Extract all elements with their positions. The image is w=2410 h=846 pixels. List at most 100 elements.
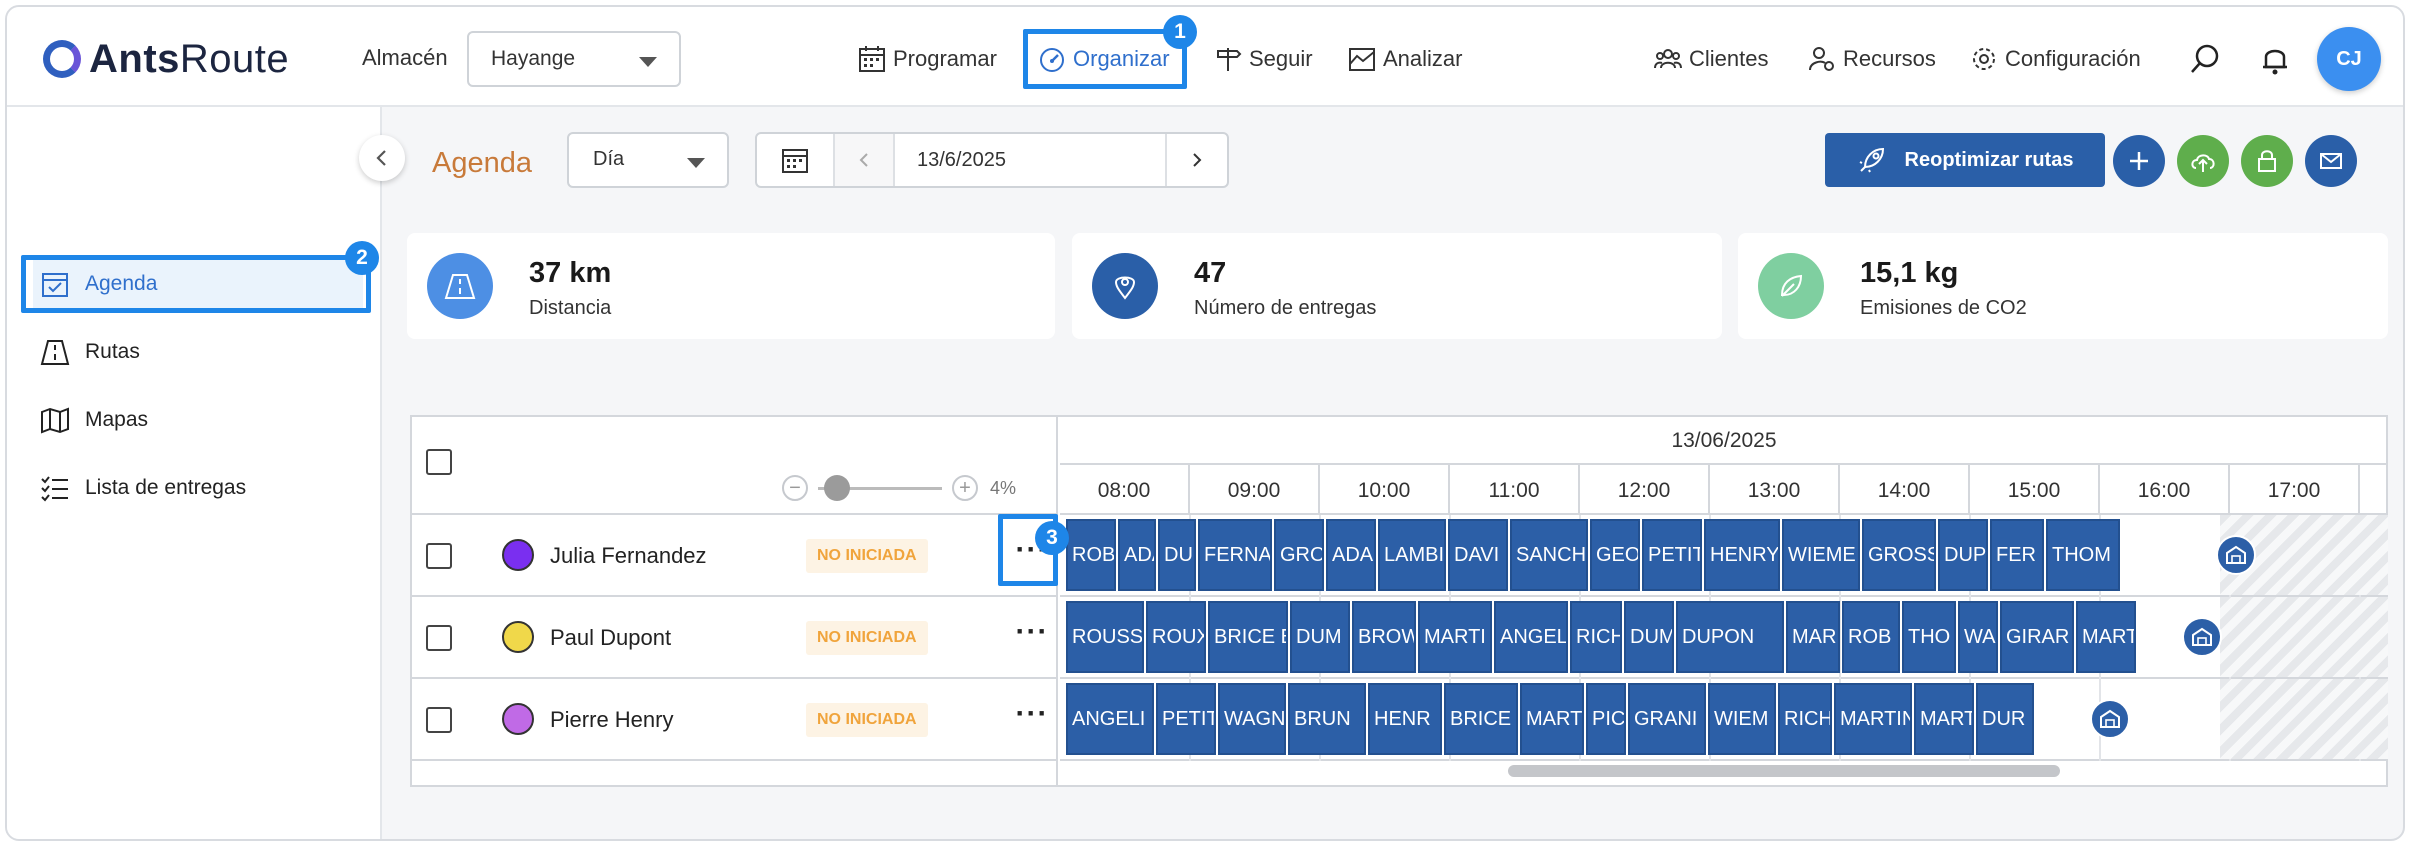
- status-badge: NO INICIADA: [806, 621, 928, 655]
- row-menu-button[interactable]: ···: [1012, 617, 1052, 657]
- nav-seguir[interactable]: Seguir: [1213, 37, 1313, 81]
- stat-distance-value: 37 km: [529, 257, 612, 289]
- delivery-task[interactable]: PETIT: [1642, 519, 1702, 591]
- delivery-task[interactable]: DUPON: [1676, 601, 1784, 673]
- sidebar-item-lista[interactable]: Lista de entregas: [33, 463, 363, 513]
- delivery-task[interactable]: ANGEL: [1494, 601, 1568, 673]
- collapse-sidebar-button[interactable]: [359, 135, 405, 181]
- users-icon: [1654, 49, 1682, 69]
- location-pin-icon: [1092, 253, 1158, 319]
- delivery-task[interactable]: MART: [1520, 683, 1584, 755]
- stat-deliveries-value: 47: [1194, 257, 1227, 289]
- delivery-task[interactable]: GRANI: [1628, 683, 1706, 755]
- add-button[interactable]: [2113, 135, 2165, 187]
- delivery-task[interactable]: BROW: [1352, 601, 1416, 673]
- delivery-task[interactable]: WAGN: [1218, 683, 1286, 755]
- hour-label: 11:00: [1450, 465, 1580, 515]
- row-checkbox[interactable]: [426, 543, 452, 569]
- delivery-task[interactable]: HENRY: [1704, 519, 1780, 591]
- highlight-organizar: [1023, 29, 1187, 89]
- select-all-checkbox[interactable]: [426, 449, 452, 475]
- delivery-task[interactable]: DAVI: [1448, 519, 1508, 591]
- antsroute-logo[interactable]: AntsRoute: [43, 37, 289, 81]
- delivery-task[interactable]: RICH: [1570, 601, 1622, 673]
- view-select[interactable]: Día: [567, 132, 729, 188]
- delivery-task[interactable]: MARTI: [1418, 601, 1492, 673]
- nav-recursos[interactable]: Recursos: [1807, 37, 1936, 81]
- delivery-task[interactable]: ADA: [1326, 519, 1376, 591]
- search-icon[interactable]: [2187, 41, 2223, 77]
- delivery-task[interactable]: MART: [2076, 601, 2136, 673]
- delivery-task[interactable]: ROB: [1066, 519, 1116, 591]
- row-checkbox[interactable]: [426, 707, 452, 733]
- delivery-task[interactable]: RICH: [1778, 683, 1832, 755]
- delivery-task[interactable]: BRICE: [1444, 683, 1518, 755]
- delivery-task[interactable]: PETIT: [1156, 683, 1216, 755]
- delivery-task[interactable]: DUR: [1976, 683, 2034, 755]
- resource-row: Julia Fernandez NO INICIADA ···: [412, 515, 1056, 597]
- delivery-task[interactable]: LAMBI: [1378, 519, 1446, 591]
- delivery-task[interactable]: MARTIN: [1834, 683, 1912, 755]
- zoom-control: − + 4%: [782, 473, 1016, 503]
- lock-button[interactable]: [2241, 135, 2293, 187]
- delivery-task[interactable]: GEO: [1590, 519, 1640, 591]
- sidebar-item-mapas[interactable]: Mapas: [33, 395, 363, 445]
- zoom-out-button[interactable]: −: [782, 475, 808, 501]
- delivery-task[interactable]: BRICE E: [1208, 601, 1288, 673]
- delivery-task[interactable]: WIEM: [1708, 683, 1776, 755]
- delivery-task[interactable]: DUM: [1624, 601, 1674, 673]
- delivery-task[interactable]: GROSS: [1862, 519, 1936, 591]
- delivery-task[interactable]: SANCH: [1510, 519, 1588, 591]
- delivery-task[interactable]: DUP: [1938, 519, 1988, 591]
- zoom-slider-handle[interactable]: [824, 474, 850, 501]
- nav-clientes[interactable]: Clientes: [1653, 37, 1768, 81]
- delivery-task[interactable]: THOM: [2046, 519, 2120, 591]
- sidebar-item-rutas[interactable]: Rutas: [33, 327, 363, 377]
- nav-configuracion[interactable]: Configuración: [1969, 37, 2141, 81]
- nav-programar[interactable]: Programar: [857, 37, 997, 81]
- warehouse-return-icon[interactable]: [2216, 535, 2256, 575]
- delivery-task[interactable]: MAR: [1786, 601, 1840, 673]
- delivery-task[interactable]: HENR: [1368, 683, 1442, 755]
- bell-icon[interactable]: [2257, 41, 2293, 77]
- warehouse-return-icon[interactable]: [2090, 699, 2130, 739]
- delivery-task[interactable]: ROUX: [1146, 601, 1206, 673]
- zoom-in-button[interactable]: +: [952, 475, 978, 501]
- user-gear-icon: [1809, 47, 1834, 71]
- horizontal-scrollbar[interactable]: [1508, 765, 2060, 777]
- delivery-task[interactable]: FER: [1990, 519, 2044, 591]
- delivery-task[interactable]: ROB: [1842, 601, 1900, 673]
- delivery-task[interactable]: MART: [1914, 683, 1974, 755]
- delivery-task[interactable]: WA: [1958, 601, 1998, 673]
- row-checkbox[interactable]: [426, 625, 452, 651]
- delivery-task[interactable]: PIC: [1586, 683, 1626, 755]
- row-menu-button[interactable]: ···: [1012, 699, 1052, 739]
- reoptimize-routes-button[interactable]: Reoptimizar rutas: [1825, 133, 2105, 187]
- date-input[interactable]: 13/6/2025: [895, 134, 1167, 186]
- cloud-upload-button[interactable]: [2177, 135, 2229, 187]
- delivery-task[interactable]: ROUSS: [1066, 601, 1144, 673]
- delivery-task[interactable]: DUM: [1290, 601, 1350, 673]
- delivery-task[interactable]: ANGELI: [1066, 683, 1154, 755]
- step-badge-3: 3: [1035, 521, 1069, 555]
- user-avatar[interactable]: CJ: [2317, 27, 2381, 91]
- email-button[interactable]: [2305, 135, 2357, 187]
- delivery-task[interactable]: ADA: [1118, 519, 1156, 591]
- delivery-task[interactable]: GIRAR: [2000, 601, 2074, 673]
- delivery-task[interactable]: BRUN: [1288, 683, 1366, 755]
- timeline-lane: ROBADADUFERNAGROADALAMBIDAVISANCHGEOPETI…: [1060, 515, 2388, 597]
- date-picker-button[interactable]: [757, 134, 835, 186]
- delivery-task[interactable]: WIEME: [1782, 519, 1860, 591]
- warehouse-select[interactable]: Hayange: [467, 31, 681, 87]
- delivery-task[interactable]: THO: [1902, 601, 1956, 673]
- zoom-slider[interactable]: [818, 474, 942, 501]
- previous-day-button[interactable]: [835, 134, 895, 186]
- map-icon: [41, 407, 69, 434]
- warehouse-return-icon[interactable]: [2182, 617, 2222, 657]
- next-day-button[interactable]: [1167, 134, 1227, 186]
- stat-card-distance: 37 km Distancia: [407, 233, 1055, 339]
- delivery-task[interactable]: DU: [1158, 519, 1196, 591]
- delivery-task[interactable]: GRO: [1274, 519, 1324, 591]
- nav-analizar[interactable]: Analizar: [1347, 37, 1462, 81]
- delivery-task[interactable]: FERNA: [1198, 519, 1272, 591]
